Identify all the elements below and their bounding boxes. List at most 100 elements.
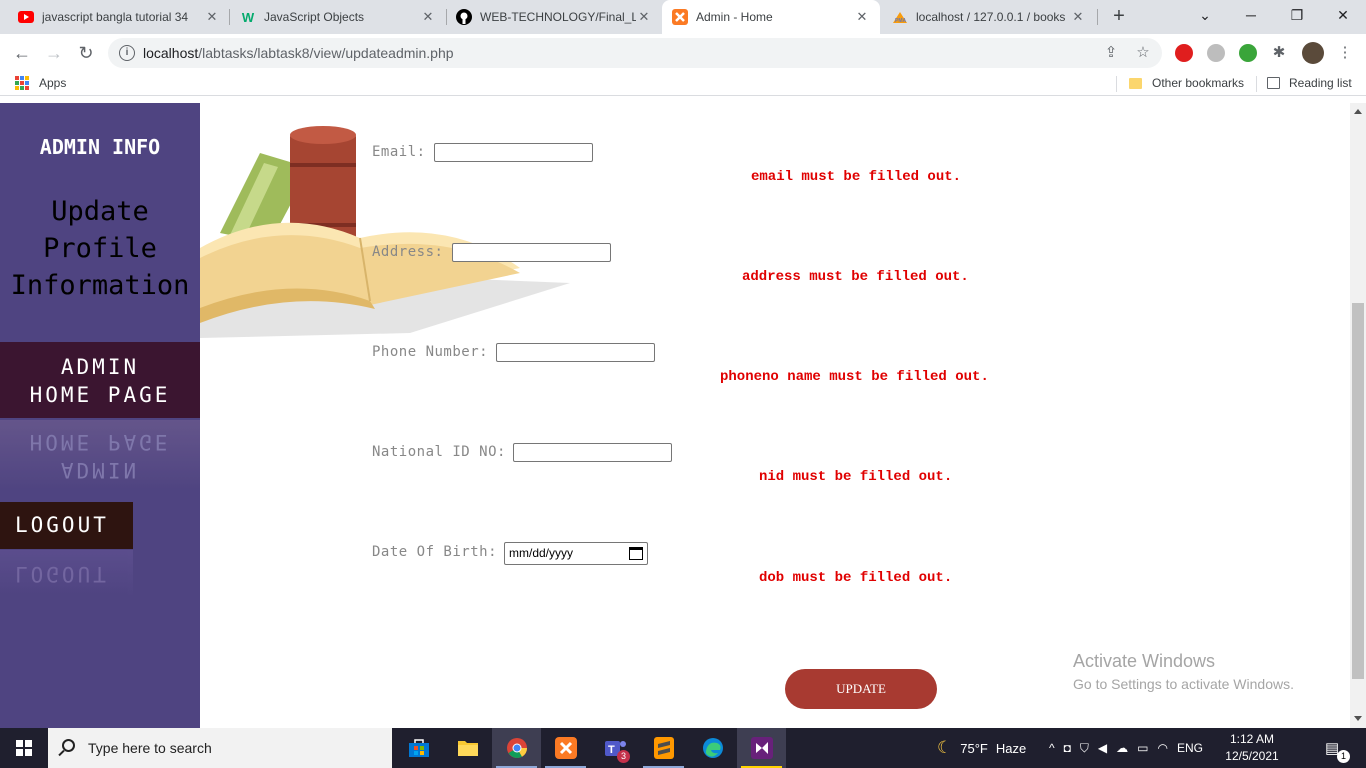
sidebar: ADMIN INFO Update Profile Information AD… (0, 103, 200, 728)
browser-toolbar: ← → ↻ i localhost/labtasks/labtask8/view… (0, 34, 1366, 72)
phone-field[interactable] (496, 343, 655, 362)
moon-icon: ☾ (937, 738, 953, 757)
notification-center[interactable]: ▤ 1 (1325, 728, 1350, 768)
clock-time: 1:12 AM (1229, 732, 1275, 746)
tab-github[interactable]: WEB-TECHNOLOGY/Final_Lab ✕ (446, 0, 662, 34)
svg-text:T: T (608, 744, 615, 756)
scroll-down-arrow-icon[interactable] (1354, 716, 1362, 721)
weather-desc: Haze (995, 740, 1027, 756)
tab-separator (1097, 9, 1098, 25)
taskbar-search-box[interactable]: Type here to search (48, 728, 392, 768)
info-icon[interactable]: i (119, 45, 135, 61)
email-field[interactable] (434, 143, 593, 162)
close-window-button[interactable]: ✕ (1320, 0, 1366, 30)
bookmark-other-label: Other bookmarks (1152, 76, 1245, 90)
close-icon[interactable]: ✕ (854, 9, 870, 25)
update-button[interactable]: UPDATE (785, 669, 937, 709)
watermark-line2: Go to Settings to activate Windows. (1073, 676, 1294, 692)
tab-search-chevron-icon[interactable]: ⌄ (1182, 0, 1228, 30)
back-arrow-icon[interactable]: ← (10, 41, 34, 65)
close-icon[interactable]: ✕ (636, 9, 652, 25)
store-app-icon[interactable] (394, 728, 443, 768)
folder-icon (1129, 77, 1142, 89)
sublime-text-app-icon[interactable] (639, 728, 688, 768)
phpmyadmin-icon: PMA (892, 9, 908, 25)
scroll-up-arrow-icon[interactable] (1354, 109, 1362, 114)
close-icon[interactable]: ✕ (420, 9, 436, 25)
vertical-scrollbar[interactable] (1350, 103, 1366, 728)
scroll-thumb[interactable] (1352, 303, 1364, 679)
shield-icon[interactable]: ⛉ (1080, 741, 1089, 756)
reading-list-label: Reading list (1289, 76, 1352, 90)
email-label: Email: (372, 144, 426, 160)
adblock-extension-icon[interactable] (1175, 44, 1193, 62)
tab-admin-home[interactable]: Admin - Home ✕ (662, 0, 880, 34)
avatar[interactable] (1302, 42, 1324, 64)
close-icon[interactable]: ✕ (204, 9, 220, 25)
bookmark-reading-list[interactable]: Reading list (1267, 76, 1352, 90)
minimize-button[interactable]: ─ (1228, 0, 1274, 30)
address-bar[interactable]: i localhost/labtasks/labtask8/view/updat… (108, 38, 1162, 68)
weather-widget[interactable]: ☾ 75°F Haze (937, 728, 1026, 768)
speaker-icon[interactable]: ◀ (1098, 741, 1107, 755)
home-label-line: ADMIN (60, 355, 140, 379)
star-icon[interactable]: ☆ (1134, 44, 1152, 62)
svg-text:PMA: PMA (895, 18, 907, 24)
globe-extension-icon[interactable] (1239, 44, 1257, 62)
start-button[interactable] (0, 728, 48, 768)
watermark-line1: Activate Windows (1073, 651, 1216, 671)
nid-label: National ID NO: (372, 444, 506, 460)
phone-error: phoneno name must be filled out. (720, 369, 989, 385)
cloud-icon[interactable]: ☁ (1116, 741, 1128, 755)
bookmark-other[interactable]: Other bookmarks (1129, 76, 1244, 90)
extension-icon[interactable] (1207, 44, 1225, 62)
url-path: /labtasks/labtask8/view/updateadmin.php (198, 45, 454, 61)
reading-list-icon (1267, 77, 1280, 89)
address-field[interactable] (452, 243, 611, 262)
address-label: Address: (372, 244, 444, 260)
restore-button[interactable]: ❐ (1274, 0, 1320, 30)
visual-studio-app-icon[interactable] (737, 728, 786, 768)
dob-date-field[interactable]: mm/dd/yyyy (504, 542, 648, 565)
admin-home-page-button[interactable]: ADMIN HOME PAGE (0, 342, 200, 418)
calendar-icon[interactable] (629, 547, 643, 560)
new-tab-button[interactable]: + (1108, 6, 1130, 28)
teams-app-icon[interactable]: T 3 (590, 728, 639, 768)
chevron-up-icon[interactable]: ^ (1049, 741, 1055, 755)
youtube-icon (18, 9, 34, 25)
address-error: address must be filled out. (742, 269, 969, 285)
xampp-app-icon[interactable] (541, 728, 590, 768)
logout-button[interactable]: LOGOUT (0, 502, 133, 549)
wifi-icon[interactable]: ◠ (1157, 741, 1167, 755)
share-icon[interactable]: ⇪ (1102, 44, 1120, 62)
tab-w3schools[interactable]: W JavaScript Objects ✕ (230, 0, 446, 34)
home-reflection-line: ADMIN (60, 458, 140, 482)
tab-youtube[interactable]: javascript bangla tutorial 34 ✕ (8, 0, 230, 34)
bookmark-apps-label: Apps (39, 76, 67, 90)
tab-title: javascript bangla tutorial 34 (42, 10, 189, 24)
clock[interactable]: 1:12 AM 12/5/2021 (1222, 731, 1282, 765)
edge-app-icon[interactable] (688, 728, 737, 768)
more-vert-icon[interactable]: ⋮ (1336, 44, 1354, 62)
notification-count: 1 (1337, 750, 1350, 763)
battery-icon[interactable]: ▭ (1137, 741, 1148, 755)
windows-taskbar: Type here to search T 3 ☾ 75°F Haze ^ ◘ … (0, 728, 1366, 768)
reload-icon[interactable]: ↻ (74, 41, 98, 65)
nid-field[interactable] (513, 443, 672, 462)
w3schools-icon: W (241, 9, 255, 25)
url-text[interactable]: localhost/labtasks/labtask8/view/updatea… (143, 45, 454, 61)
bookmark-apps[interactable]: Apps (15, 76, 66, 90)
forward-arrow-icon[interactable]: → (42, 41, 66, 65)
activate-windows-watermark: Activate Windows Go to Settings to activ… (1073, 651, 1294, 692)
language-indicator[interactable]: ENG (1177, 741, 1203, 755)
chrome-app-icon[interactable] (492, 728, 541, 768)
puzzle-icon[interactable]: ✱ (1270, 44, 1288, 62)
weather-temp: 75°F (960, 740, 988, 756)
file-explorer-app-icon[interactable] (443, 728, 492, 768)
tab-phpmyadmin[interactable]: PMA localhost / 127.0.0.1 / books ✕ (882, 0, 1096, 34)
sidebar-title: ADMIN INFO (39, 135, 161, 159)
close-icon[interactable]: ✕ (1070, 9, 1086, 25)
camera-icon[interactable]: ◘ (1064, 741, 1071, 755)
bookmark-divider (1116, 76, 1117, 92)
xampp-icon (672, 9, 688, 25)
